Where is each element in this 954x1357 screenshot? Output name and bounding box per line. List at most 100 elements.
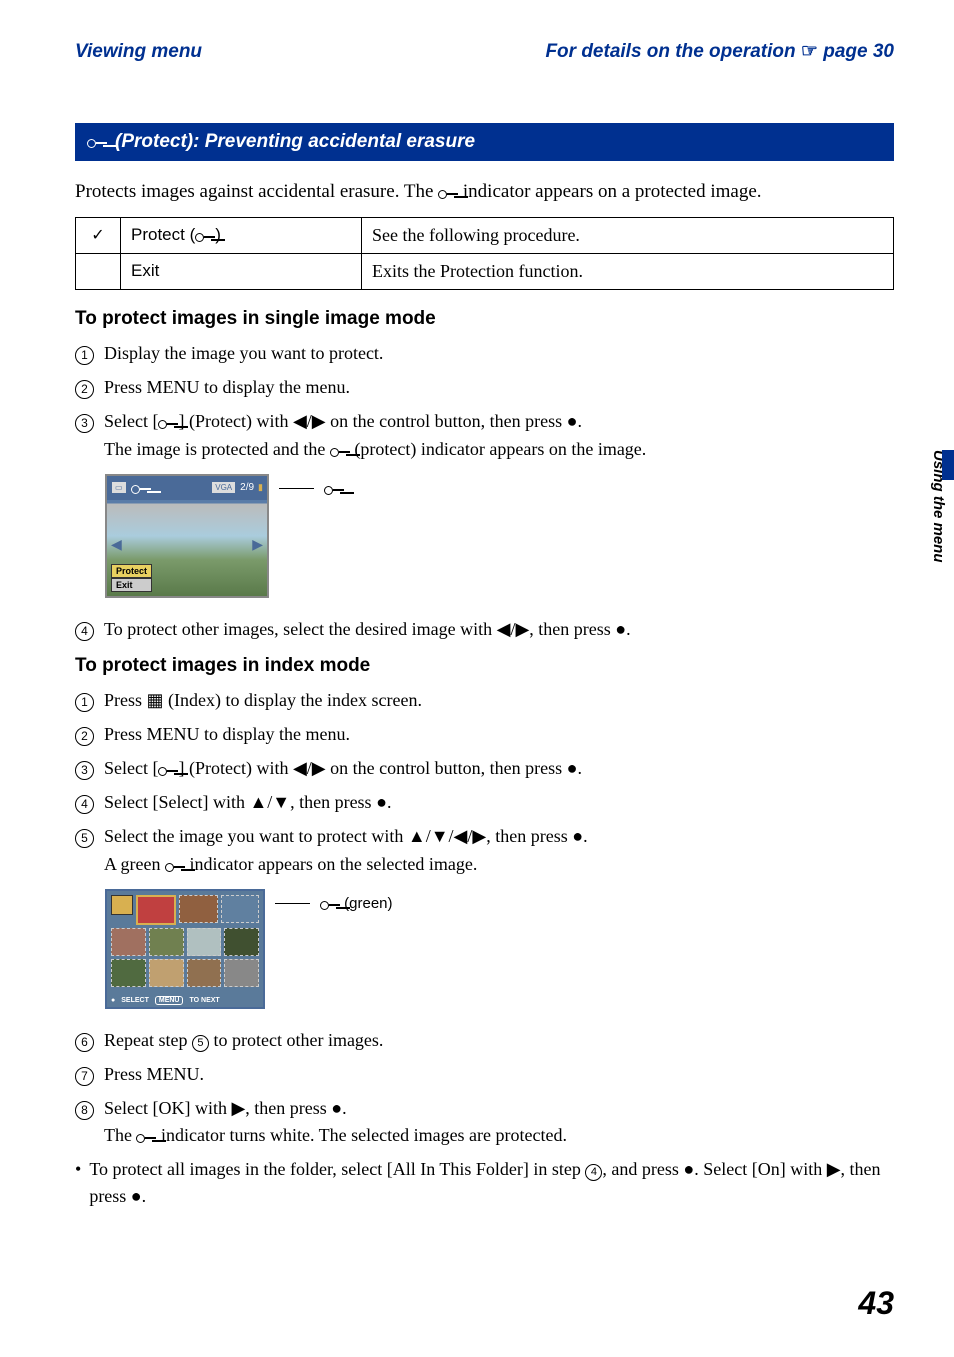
s3b: ] (Protect) with ◀/▶ on the control butt… — [178, 411, 582, 431]
intro-prefix: Protects images against accidental erasu… — [75, 181, 438, 202]
protect-key-icon — [324, 482, 344, 496]
table-row: ✓ Protect () See the following procedure… — [76, 218, 894, 254]
step-item: 4 To protect other images, select the de… — [75, 616, 894, 644]
thumbnail — [111, 928, 146, 956]
step-item: 6 Repeat step 5 to protect other images. — [75, 1027, 894, 1055]
index-mode-steps-cont: 6 Repeat step 5 to protect other images.… — [75, 1027, 894, 1151]
step-item: 2 Press MENU to display the menu. — [75, 374, 894, 402]
tonext-label: TO NEXT — [189, 997, 219, 1004]
step-text: Select [OK] with ▶, then press ●. The in… — [104, 1095, 567, 1151]
step-text: Display the image you want to protect. — [104, 340, 383, 368]
s6b: to protect other images. — [209, 1030, 383, 1050]
battery-icon: ▭ — [111, 481, 127, 494]
step-text: Select the image you want to protect wit… — [104, 823, 588, 879]
step-text: Press MENU to display the menu. — [104, 721, 350, 749]
step-item: 4 Select [Select] with ▲/▼, then press ●… — [75, 789, 894, 817]
label-prefix: Protect ( — [131, 225, 195, 244]
settings-table: ✓ Protect () See the following procedure… — [75, 217, 894, 290]
menu-label: MENU — [155, 996, 184, 1005]
folder-icon — [111, 895, 133, 915]
callout-green-label: (green) — [320, 895, 393, 912]
s3c-suffix: (protect) indicator appears on the image… — [350, 439, 646, 459]
step-number-3-icon: 3 — [75, 761, 94, 780]
step-ref-5-icon: 5 — [192, 1035, 209, 1052]
protect-key-icon — [158, 763, 178, 777]
subheading-single-mode: To protect images in single image mode — [75, 308, 894, 330]
s8a: Select [OK] with ▶, then press ●. — [104, 1098, 347, 1118]
intro-suffix: indicator appears on a protected image. — [458, 181, 761, 202]
step-text: To protect other images, select the desi… — [104, 616, 631, 644]
select-label: SELECT — [121, 997, 149, 1004]
step-item: 2 Press MENU to display the menu. — [75, 721, 894, 749]
thumbnail — [149, 928, 184, 956]
step-number-1-icon: 1 — [75, 346, 94, 365]
menu-exit: Exit — [111, 578, 152, 592]
folder-icon: ▮ — [258, 482, 263, 493]
s5b-suffix: indicator appears on the selected image. — [185, 854, 477, 874]
protect-key-icon — [158, 416, 178, 430]
bullet-note: • To protect all images in the folder, s… — [75, 1156, 894, 1210]
screenshot-index-wrap: ● SELECT MENU TO NEXT (green) — [105, 889, 894, 1009]
step-number-2-icon: 2 — [75, 380, 94, 399]
s6a: Repeat step — [104, 1030, 192, 1050]
step-number-3-icon: 3 — [75, 414, 94, 433]
vga-badge: VGA — [211, 481, 236, 494]
s5b-prefix: A green — [104, 854, 165, 874]
thumbnail — [187, 959, 222, 987]
thumbnail — [149, 959, 184, 987]
section-heading-bar: (Protect): Preventing accidental erasure — [75, 123, 894, 161]
check-cell: ✓ — [76, 218, 121, 254]
step-item: 8 Select [OK] with ▶, then press ●. The … — [75, 1095, 894, 1151]
step-text: Press MENU. — [104, 1061, 204, 1089]
menu-protect: Protect — [111, 564, 152, 578]
page-header: Viewing menu For details on the operatio… — [75, 40, 894, 63]
step-text: Select [] (Protect) with ◀/▶ on the cont… — [104, 755, 582, 783]
subheading-index-mode: To protect images in index mode — [75, 655, 894, 677]
step-item: 1 Display the image you want to protect. — [75, 340, 894, 368]
step-number-5-icon: 5 — [75, 829, 94, 848]
step-number-6-icon: 6 — [75, 1033, 94, 1052]
protect-key-icon — [438, 186, 458, 200]
header-right-prefix: For details on the operation — [545, 41, 800, 62]
thumbnail-empty — [224, 959, 259, 987]
selected-thumbnail — [136, 895, 176, 925]
bullet-icon: • — [75, 1156, 81, 1210]
s1b: (Index) to display the index screen. — [164, 690, 422, 710]
protect-key-icon — [131, 481, 151, 495]
desc-cell: Exits the Protection function. — [362, 254, 894, 290]
table-row: Exit Exits the Protection function. — [76, 254, 894, 290]
callout-green-text: (green) — [340, 895, 393, 912]
label-cell: Protect () — [121, 218, 362, 254]
s5a: Select the image you want to protect wit… — [104, 826, 588, 846]
protect-key-icon — [195, 229, 215, 243]
label-suffix: ) — [215, 225, 221, 244]
page-number: 43 — [858, 1285, 894, 1322]
protect-key-icon — [87, 135, 107, 149]
single-mode-steps: 1 Display the image you want to protect.… — [75, 340, 894, 464]
index-grid-icon: ▦ — [147, 690, 164, 710]
thumbnail — [179, 895, 217, 923]
screenshot-topbar: ▭ VGA 2/9 ▮ — [107, 476, 267, 500]
screenshot-single-wrap: ▭ VGA 2/9 ▮ ◀ ▶ Protect Exit — [105, 474, 894, 598]
step-item: 7 Press MENU. — [75, 1061, 894, 1089]
step-ref-4-icon: 4 — [585, 1164, 602, 1181]
side-tab-marker — [942, 450, 954, 480]
step-item: 1 Press ▦ (Index) to display the index s… — [75, 687, 894, 715]
screenshot-bottom-bar: ● SELECT MENU TO NEXT — [111, 996, 259, 1005]
step-number-2-icon: 2 — [75, 727, 94, 746]
s3a: Select [ — [104, 411, 158, 431]
s3b: ] (Protect) with ◀/▶ on the control butt… — [178, 758, 582, 778]
protect-key-icon — [330, 444, 350, 458]
step-number-4-icon: 4 — [75, 622, 94, 641]
side-tab: Using the menu — [930, 450, 954, 620]
bullet-text: To protect all images in the folder, sel… — [89, 1156, 894, 1210]
intro-paragraph: Protects images against accidental erasu… — [75, 181, 894, 203]
index-mode-steps: 1 Press ▦ (Index) to display the index s… — [75, 687, 894, 878]
step-number-8-icon: 8 — [75, 1101, 94, 1120]
s3c-prefix: The image is protected and the — [104, 439, 330, 459]
thumbnail — [111, 959, 146, 987]
prev-arrow-icon: ◀ — [111, 536, 122, 553]
bullet-prefix: To protect all images in the folder, sel… — [89, 1159, 585, 1179]
step-text: Press MENU to display the menu. — [104, 374, 350, 402]
step-text: Select [ ] (Protect) with ◀/▶ on the cont… — [104, 408, 646, 464]
